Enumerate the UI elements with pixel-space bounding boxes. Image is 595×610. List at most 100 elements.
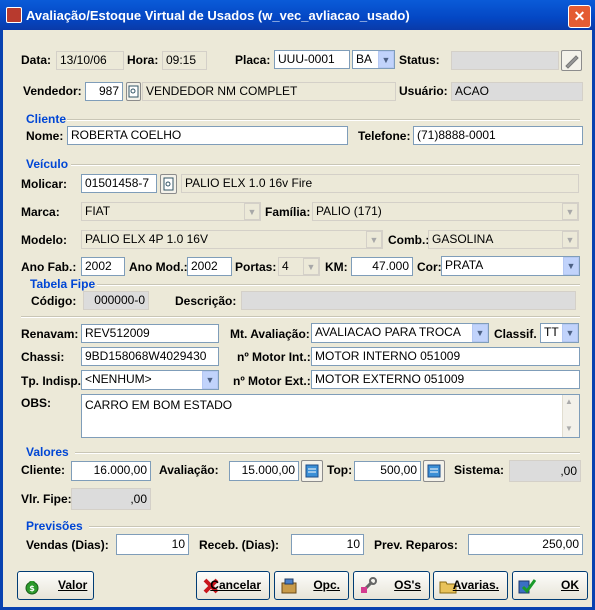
data-label: Data: [21, 53, 52, 67]
familia-select[interactable]: PALIO (171) ▼ [312, 202, 579, 221]
cliente-valor-input[interactable]: 16.000,00 [71, 461, 151, 481]
avaliacao-valor-input[interactable]: 15.000,00 [229, 461, 299, 481]
modelo-select[interactable]: PALIO ELX 4P 1.0 16V ▼ [81, 230, 383, 249]
nome-input[interactable]: ROBERTA COELHO [67, 126, 348, 145]
pencil-icon [565, 55, 579, 69]
chevron-down-icon[interactable]: ▼ [303, 258, 319, 275]
chevron-down-icon[interactable]: ▼ [244, 203, 260, 220]
valor-button[interactable]: $ Valor [17, 571, 94, 600]
previsoes-section-title: Previsões [26, 519, 83, 533]
vendedor-lookup-button[interactable] [126, 82, 141, 101]
ok-button[interactable]: OK [512, 571, 588, 600]
portas-value: 4 [282, 259, 289, 273]
uf-select[interactable]: BA ▼ [352, 50, 395, 69]
mt-avaliacao-value: AVALIACAO PARA TROCA [315, 325, 461, 339]
cor-label: Cor: [417, 260, 442, 274]
top-input[interactable]: 500,00 [354, 461, 421, 481]
km-label: KM: [325, 260, 348, 274]
prev-reparos-input[interactable]: 250,00 [468, 534, 583, 555]
nome-label: Nome: [26, 129, 64, 143]
vendas-dias-input[interactable]: 10 [116, 534, 189, 555]
close-button[interactable]: ✕ [568, 5, 591, 28]
cor-select[interactable]: PRATA ▼ [441, 256, 580, 276]
receb-dias-input[interactable]: 10 [291, 534, 364, 555]
divider [21, 316, 580, 318]
molicar-input[interactable]: 01501458-7 [81, 174, 157, 193]
cancelar-button[interactable]: Cancelar [196, 571, 270, 600]
motor-int-label: nº Motor Int.: [237, 350, 311, 364]
status-edit-button[interactable] [561, 50, 582, 71]
cliente-valor-label: Cliente: [21, 463, 66, 477]
vendedor-label: Vendedor: [23, 84, 82, 98]
comb-select[interactable]: GASOLINA ▼ [428, 230, 579, 249]
vendas-dias-label: Vendas (Dias): [26, 538, 109, 552]
obs-label: OBS: [21, 396, 51, 410]
chevron-down-icon[interactable]: ▼ [472, 324, 488, 342]
valores-section-title: Valores [26, 445, 69, 459]
chevron-down-icon[interactable]: ▼ [562, 231, 578, 248]
divider [89, 526, 580, 528]
tp-indisp-select[interactable]: <NENHUM> ▼ [81, 370, 219, 390]
scroll-up-icon[interactable]: ▲ [565, 396, 573, 408]
cliente-section-title: Cliente [26, 112, 67, 126]
receb-dias-label: Receb. (Dias): [199, 538, 280, 552]
cancelar-button-label: Cancelar [210, 578, 261, 592]
km-input[interactable]: 47.000 [351, 257, 413, 276]
scrollbar[interactable]: ▲ ▼ [562, 395, 579, 437]
opc-button-label: Opc. [313, 578, 340, 592]
svg-text:$: $ [29, 584, 35, 593]
tp-indisp-value: <NENHUM> [85, 372, 152, 386]
avarias-button[interactable]: Avarias. [433, 571, 508, 600]
avarias-button-label: Avarias. [452, 578, 499, 592]
data-field: 13/10/06 [56, 51, 124, 70]
opc-button[interactable]: Opc. [274, 571, 349, 600]
chevron-down-icon[interactable]: ▼ [562, 324, 578, 342]
tools-icon [360, 577, 377, 594]
title-bar: Avaliação/Estoque Virtual de Usados (w_v… [0, 0, 595, 30]
chevron-down-icon[interactable]: ▼ [563, 257, 579, 275]
modelo-value: PALIO ELX 4P 1.0 16V [85, 232, 208, 246]
ok-button-label: OK [561, 578, 579, 592]
chassi-input[interactable]: 9BD158068W4029430 [81, 347, 219, 366]
chevron-down-icon[interactable]: ▼ [202, 371, 218, 389]
sistema-label: Sistema: [454, 463, 505, 477]
prev-reparos-label: Prev. Reparos: [374, 538, 458, 552]
chevron-down-icon[interactable]: ▼ [562, 203, 578, 220]
motor-int-input[interactable]: MOTOR INTERNO 051009 [311, 347, 580, 366]
avaliacao-valor-label: Avaliação: [159, 463, 219, 477]
marca-label: Marca: [21, 205, 60, 219]
avaliacao-calc-button[interactable] [301, 460, 323, 482]
vendedor-code-input[interactable]: 987 [85, 82, 123, 101]
renavam-input[interactable]: REV512009 [81, 324, 219, 343]
ano-mod-input[interactable]: 2002 [187, 257, 232, 276]
telefone-label: Telefone: [358, 129, 411, 143]
chevron-down-icon[interactable]: ▼ [366, 231, 382, 248]
comb-value: GASOLINA [432, 232, 494, 246]
placa-input[interactable]: UUU-0001 [274, 50, 350, 69]
ano-mod-label: Ano Mod.: [129, 260, 188, 274]
veiculo-section-title: Veículo [26, 157, 69, 171]
familia-value: PALIO (171) [316, 204, 382, 218]
oss-button[interactable]: OS's [353, 571, 430, 600]
portas-label: Portas: [235, 260, 277, 274]
divider [71, 164, 580, 166]
mt-avaliacao-label: Mt. Avaliação: [230, 327, 310, 341]
telefone-input[interactable]: (71)8888-0001 [413, 126, 583, 145]
portas-select[interactable]: 4 ▼ [278, 257, 320, 276]
calculator-icon [427, 464, 441, 478]
marca-select[interactable]: FIAT ▼ [81, 202, 261, 221]
molicar-lookup-button[interactable] [160, 174, 177, 194]
status-label: Status: [399, 53, 440, 67]
familia-label: Família: [265, 205, 311, 219]
chevron-down-icon[interactable]: ▼ [378, 51, 394, 68]
modelo-label: Modelo: [21, 233, 67, 247]
motor-ext-input[interactable]: MOTOR EXTERNO 051009 [311, 370, 580, 389]
obs-textarea[interactable]: CARRO EM BOM ESTADO ▲ ▼ [81, 394, 580, 438]
ano-fab-input[interactable]: 2002 [81, 257, 125, 276]
mt-avaliacao-select[interactable]: AVALIACAO PARA TROCA ▼ [311, 323, 489, 343]
divider [97, 284, 580, 286]
top-label: Top: [327, 463, 353, 477]
top-calc-button[interactable] [423, 460, 445, 482]
classif-select[interactable]: TT ▼ [540, 323, 579, 343]
scroll-down-icon[interactable]: ▼ [565, 423, 573, 435]
